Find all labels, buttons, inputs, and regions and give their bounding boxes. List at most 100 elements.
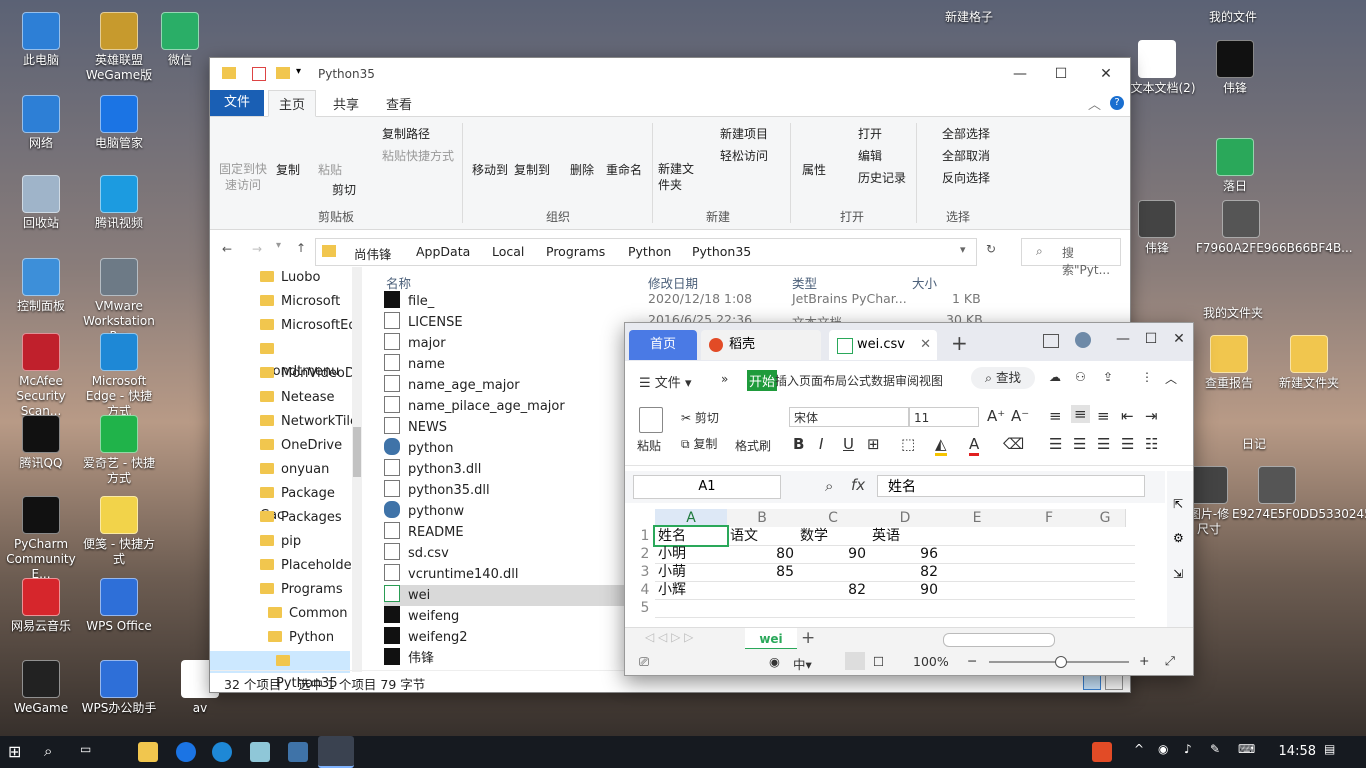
pointer-icon[interactable]: ⇱ <box>1173 497 1183 511</box>
copy-button[interactable]: ⧉ 复制 <box>681 435 717 452</box>
grid-cell[interactable]: 小明 <box>655 545 727 563</box>
desktop-icon-new-folder[interactable]: 新建文件夹 <box>1270 335 1348 391</box>
paste-shortcut-button[interactable]: 粘贴快捷方式 <box>382 147 454 164</box>
column-header[interactable]: D <box>869 509 942 527</box>
row-header[interactable]: 3 <box>635 563 655 581</box>
minimize-icon[interactable]: — <box>1012 66 1028 82</box>
edge-icon[interactable] <box>212 742 232 762</box>
edit-button[interactable]: 编辑 <box>858 147 882 164</box>
adjust-icon[interactable]: ⚙ <box>1173 531 1184 545</box>
add-tab-icon[interactable]: + <box>951 331 968 355</box>
refresh-icon[interactable]: ↻ <box>986 242 996 256</box>
grid-cell[interactable]: 90 <box>797 545 869 563</box>
desktop-icon-new-grid[interactable]: 新建格子 <box>930 10 1008 25</box>
chevron-double-right-icon[interactable]: » <box>721 372 728 386</box>
nav-folder[interactable]: NetworkTile <box>260 411 358 433</box>
nav-folder[interactable]: pip <box>260 531 301 553</box>
desktop-icon-lol[interactable]: 英雄联盟WeGame版 <box>80 12 158 83</box>
sheet-tab-wei[interactable]: wei <box>745 628 797 650</box>
column-header-size[interactable]: 大小 <box>912 273 937 292</box>
nav-folder[interactable]: Netease <box>260 387 335 409</box>
pen-icon[interactable]: ✎ <box>1210 742 1230 762</box>
desktop-icon-plagiarism-report[interactable]: 查重报告 <box>1190 335 1268 391</box>
desktop-icon-mcafee[interactable]: McAfee Security Scan... <box>2 333 80 419</box>
breadcrumb-item[interactable]: 尚伟锋 <box>354 244 392 263</box>
tab-daoke[interactable]: 稻壳 <box>701 330 821 360</box>
browser-icon[interactable] <box>176 742 196 762</box>
forward-arrow-icon[interactable]: → <box>252 242 262 256</box>
nav-folder[interactable]: OneDrive <box>260 435 342 457</box>
breadcrumb-item[interactable]: Python <box>628 244 671 259</box>
zoom-search-icon[interactable]: ⌕ <box>825 477 833 495</box>
row-header[interactable]: 4 <box>635 581 655 599</box>
scrollbar-thumb[interactable] <box>353 427 361 477</box>
invert-selection-button[interactable]: 反向选择 <box>942 169 990 186</box>
up-arrow-icon[interactable]: ↑ <box>296 241 306 255</box>
input-method-icon[interactable]: 中▾ <box>793 654 812 673</box>
maximize-icon[interactable]: ☐ <box>1053 66 1069 82</box>
task-view-icon[interactable]: ▭ <box>80 742 100 762</box>
share-icon[interactable]: ⇪ <box>1103 370 1113 384</box>
column-header[interactable]: F <box>1013 509 1086 527</box>
justify-icon[interactable]: ☰ <box>1121 435 1134 453</box>
macro-icon[interactable]: ⎚ <box>639 654 649 670</box>
fullscreen-icon[interactable]: ⤢ <box>1165 653 1175 669</box>
back-arrow-icon[interactable]: ← <box>222 242 232 256</box>
easy-access-button[interactable]: 轻松访问 <box>720 147 768 164</box>
nav-folder[interactable]: Microsoft <box>260 291 340 313</box>
column-header-name[interactable]: 名称 <box>386 273 411 292</box>
align-left-icon[interactable]: ☰ <box>1049 435 1062 453</box>
menu-more[interactable]: 插入页面布局公式数据审阅视图 <box>775 372 943 389</box>
search-input[interactable]: ⌕ 搜索"Pyt... <box>1021 238 1121 277</box>
select-none-button[interactable]: 全部取消 <box>942 147 990 164</box>
column-header[interactable]: G <box>1085 509 1126 527</box>
desktop-icon-my-files[interactable]: 我的文件 <box>1194 10 1272 25</box>
copy-path-button[interactable]: 复制路径 <box>382 125 430 142</box>
desktop-icon-pc-manager[interactable]: 电脑管家 <box>80 95 158 151</box>
cloud-sync-icon[interactable]: ☁ <box>1049 370 1061 384</box>
chevron-down-icon[interactable]: ▾ <box>296 66 301 77</box>
increase-font-icon[interactable]: A⁺ <box>987 407 1005 425</box>
desktop-icon-recycle-bin[interactable]: 回收站 <box>2 175 80 231</box>
desktop-icon-edge[interactable]: Microsoft Edge - 快捷方式 <box>80 333 158 419</box>
nav-folder[interactable]: Programs <box>260 579 343 601</box>
desktop-icon-vmware[interactable]: VMware Workstation Pro <box>80 258 158 344</box>
nav-folder[interactable]: MonVideoD <box>260 363 355 385</box>
new-item-button[interactable]: 新建项目 <box>720 125 768 142</box>
notepad-icon[interactable] <box>250 742 270 762</box>
desktop-icon-sticky-notes[interactable]: 便笺 - 快捷方式 <box>80 496 158 567</box>
row-header[interactable]: 1 <box>635 527 655 545</box>
fill-icon[interactable]: ⬚ <box>901 435 915 453</box>
details-view-icon[interactable] <box>1083 674 1101 690</box>
indent-increase-icon[interactable]: ⇥ <box>1145 407 1158 425</box>
grid-cell[interactable]: 数学 <box>797 527 869 545</box>
nav-folder[interactable]: Packages <box>260 507 342 529</box>
nav-folder[interactable]: Luobo <box>260 267 320 289</box>
nav-folder[interactable]: Package Cac <box>260 483 360 523</box>
grid-cell[interactable]: 小萌 <box>655 563 727 581</box>
window-layout-icon[interactable] <box>1043 334 1059 348</box>
function-icon[interactable]: fx <box>851 476 865 494</box>
move-to-button[interactable]: 移动到 <box>472 161 508 178</box>
chevron-down-icon[interactable]: ▾ <box>960 243 966 256</box>
desktop-icon-this-pc[interactable]: 此电脑 <box>2 12 80 68</box>
page-view-icon[interactable]: ☐ <box>873 654 884 669</box>
rename-button[interactable]: 重命名 <box>606 161 642 178</box>
grid-cell[interactable] <box>727 581 797 599</box>
grid-cell[interactable]: 语文 <box>727 527 797 545</box>
nav-folder[interactable]: MicrosoftEd <box>260 315 357 337</box>
desktop-icon-tencent-video[interactable]: 腾讯视频 <box>80 175 158 231</box>
desktop-icon-weifeng[interactable]: 伟锋 <box>1196 40 1274 96</box>
row-header[interactable]: 2 <box>635 545 655 563</box>
sheet-nav-icons[interactable]: ◁ ◁ ▷ ▷ <box>645 630 693 644</box>
close-icon[interactable]: ✕ <box>1171 331 1187 347</box>
desktop-icon-control-panel[interactable]: 控制面板 <box>2 258 80 314</box>
tab-view[interactable]: 查看 <box>386 94 412 113</box>
new-folder-button[interactable]: 新建文件夹 <box>658 161 698 193</box>
cell-reference-box[interactable]: A1 <box>633 475 781 499</box>
open-button[interactable]: 打开 <box>858 125 882 142</box>
tab-wei-csv[interactable]: wei.csv ✕ <box>829 330 937 360</box>
search-button[interactable]: ⌕ 查找 <box>971 367 1035 389</box>
grid-cell[interactable]: 小辉 <box>655 581 727 599</box>
desktop-icon-f7960[interactable]: F7960A2FE966B66BF4B... <box>1196 200 1353 256</box>
